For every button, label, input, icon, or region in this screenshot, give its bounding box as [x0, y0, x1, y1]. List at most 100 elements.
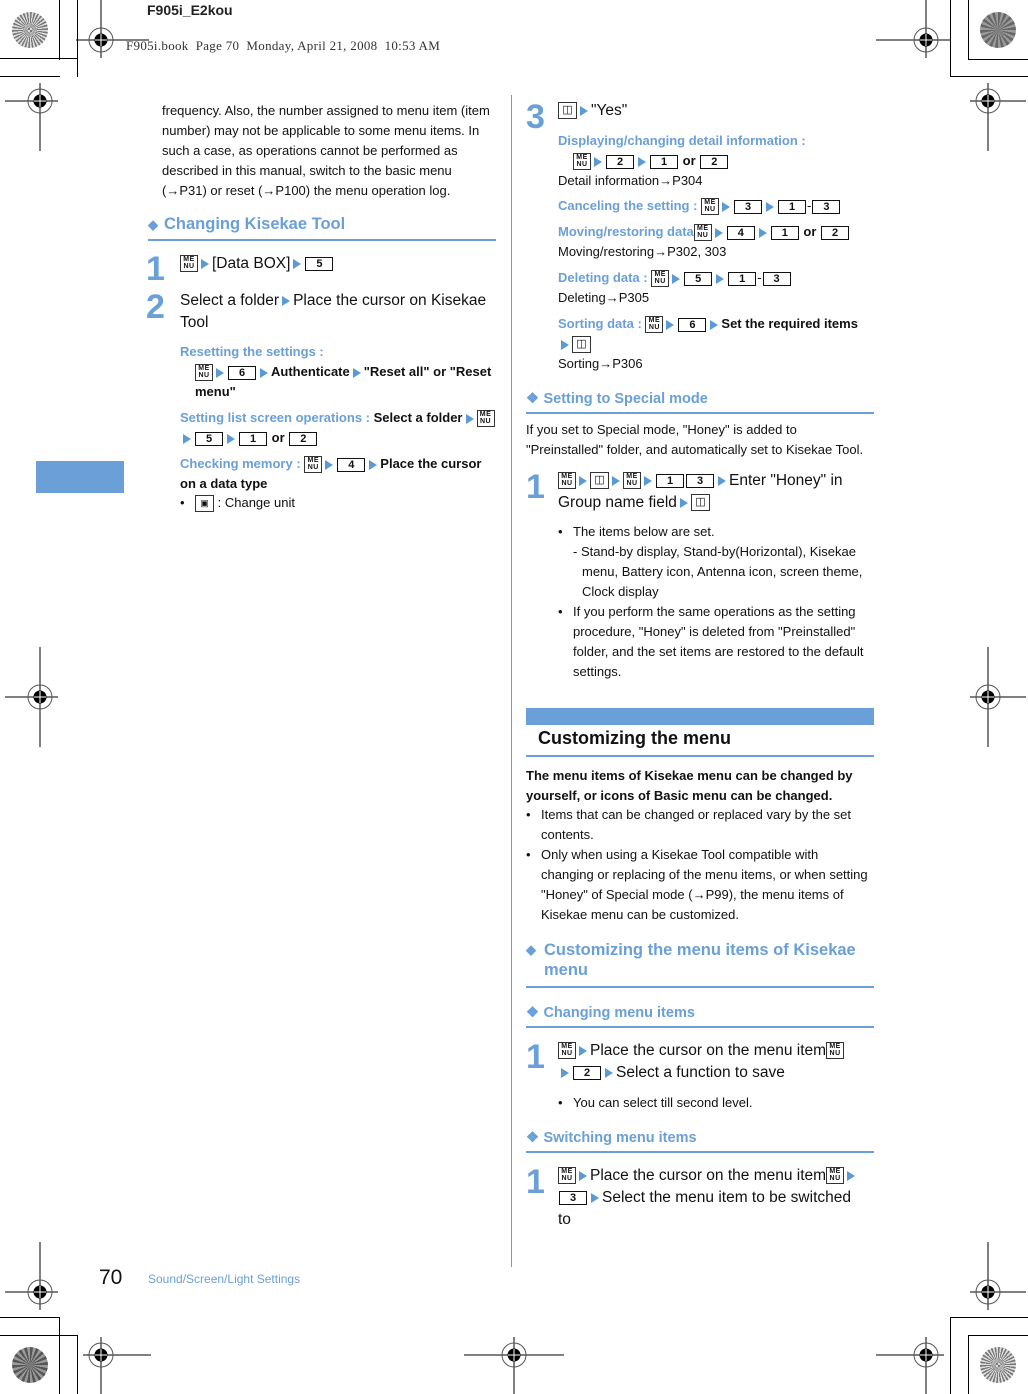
- key-1: 1: [656, 473, 684, 488]
- step-text: Place the cursor on the menu item: [590, 1042, 827, 1059]
- book-key-icon: ◫: [590, 472, 609, 490]
- switching-step: ME NU Place the cursor on the menu item ME…: [558, 1165, 868, 1231]
- step-number: 2: [146, 288, 165, 326]
- step-number: 1: [526, 1163, 545, 1201]
- key-2: 2: [606, 154, 634, 169]
- chapter-tab: [36, 461, 124, 493]
- heading-rule: [148, 239, 496, 241]
- key-4: 4: [337, 457, 366, 472]
- arrow-icon: [579, 1170, 587, 1181]
- menu-key-icon: ME NU: [651, 270, 670, 288]
- change-unit-note: ▣ : Change unit: [195, 493, 495, 513]
- step-text: Place the cursor on the menu item: [590, 1167, 827, 1184]
- info-key-icon: ▣: [195, 495, 214, 513]
- list-item: Items that can be changed or replaced va…: [526, 805, 874, 845]
- key-3: 3: [559, 1190, 587, 1205]
- arrow-icon: [847, 1170, 856, 1181]
- arrow-icon: [227, 433, 235, 444]
- subheading: Sorting data :: [558, 316, 642, 331]
- arrow-icon: [369, 459, 378, 470]
- arrow-icon: [561, 339, 569, 350]
- arrow-icon: [216, 367, 224, 378]
- step-text: "Yes": [591, 102, 628, 119]
- list-subitem: - Stand-by display, Stand-by(Horizontal)…: [573, 544, 863, 599]
- arrow-icon: [722, 201, 731, 212]
- special-step: ME NU ◫ ME NU 1 3 Enter "Honey" in Group name…: [558, 470, 874, 514]
- changing-note: You can select till second level.: [558, 1093, 873, 1113]
- key-5: 5: [195, 431, 223, 446]
- diamond-icon: ◆: [148, 217, 158, 232]
- menu-key-icon: ME NU: [826, 1042, 845, 1060]
- key-6: 6: [678, 317, 707, 332]
- arrow-icon: [293, 258, 302, 269]
- heading-text: Changing menu items: [543, 1005, 695, 1021]
- step-number: 1: [526, 468, 545, 506]
- arrow-icon: [260, 367, 268, 378]
- heading-rule: [526, 412, 874, 414]
- arrow-icon: [465, 413, 474, 424]
- heading-text: Customizing the menu items of Kisekae me…: [544, 941, 856, 979]
- diamond-icon: ◆: [526, 942, 536, 957]
- step-text: Select a folder: [180, 292, 280, 309]
- subheading: Canceling the setting :: [558, 198, 698, 213]
- checking-memory: Checking memory : ME NU 4 Place the cursor…: [180, 454, 500, 494]
- column-divider: [511, 95, 512, 1267]
- key-2: 2: [821, 225, 850, 240]
- step-3: ◫ "Yes": [558, 100, 627, 122]
- list-item: You can select till second level.: [558, 1093, 873, 1113]
- key-2: 2: [289, 431, 318, 446]
- section-heading-changing-kisekae: ◆ Changing Kisekae Tool: [148, 215, 496, 241]
- section-heading-switching-items: ❖ Switching menu items: [526, 1129, 874, 1153]
- menu-key-icon: ME NU: [195, 364, 213, 382]
- heading-text: Setting to Special mode: [543, 391, 708, 407]
- menu-key-icon: ME NU: [826, 1167, 845, 1185]
- key-3: 3: [762, 271, 791, 286]
- setting-list-ops: Setting list screen operations : Select …: [180, 408, 500, 448]
- arrow-icon: [718, 475, 726, 486]
- arrow-icon: [638, 156, 646, 167]
- four-diamond-icon: ❖: [526, 1130, 539, 1146]
- subheading: Setting list screen operations :: [180, 410, 370, 425]
- arrow-icon: [605, 1067, 613, 1078]
- heading-rule: [526, 986, 874, 988]
- key-3: 3: [734, 199, 763, 214]
- subheading: Resetting the settings :: [180, 344, 324, 359]
- step-text: [Data BOX]: [212, 255, 291, 272]
- subheading: Checking memory :: [180, 456, 301, 471]
- key-1: 1: [770, 225, 799, 240]
- menu-key-icon: ME NU: [573, 153, 591, 171]
- menu-key-icon: ME NU: [701, 198, 720, 216]
- key-4: 4: [726, 225, 755, 240]
- instruction-text: Set the required items: [721, 316, 858, 331]
- four-diamond-icon: ❖: [526, 391, 539, 407]
- displaying-detail: Displaying/changing detail information :…: [558, 131, 874, 191]
- subheading: Deleting data :: [558, 270, 648, 285]
- menu-key-icon: ME NU: [558, 1042, 576, 1060]
- book-key-icon: ◫: [558, 102, 577, 120]
- key-1: 1: [778, 199, 807, 214]
- or-text: or: [682, 153, 696, 168]
- key-1: 1: [239, 431, 267, 446]
- key-2: 2: [573, 1065, 601, 1080]
- book-key-icon: ◫: [572, 336, 591, 354]
- section-rule: [526, 755, 874, 757]
- arrow-icon: [666, 319, 675, 330]
- note-text: : Change unit: [217, 495, 295, 510]
- instruction-text: Authenticate: [271, 364, 350, 379]
- menu-key-icon: ME NU: [304, 456, 323, 474]
- list-item: The items below are set.: [558, 522, 873, 542]
- arrow-icon: [716, 273, 725, 284]
- menu-key-icon: ME NU: [693, 224, 712, 242]
- arrow-icon: [710, 319, 719, 330]
- menu-key-icon: ME NU: [476, 410, 495, 428]
- sorting-data: Sorting data : ME NU 6 Set the required it…: [558, 314, 858, 374]
- key-5: 5: [684, 271, 713, 286]
- arrow-icon: [579, 1045, 587, 1056]
- or-text: or: [803, 224, 817, 239]
- intro-paragraph: frequency. Also, the number assigned to …: [162, 103, 490, 198]
- arrow-icon: [561, 1067, 569, 1078]
- menu-key-icon: ME NU: [558, 472, 576, 490]
- instruction-text: Select a folder: [373, 410, 463, 425]
- section-heading-special-mode: ❖ Setting to Special mode: [526, 390, 874, 414]
- step-number: 3: [526, 98, 545, 136]
